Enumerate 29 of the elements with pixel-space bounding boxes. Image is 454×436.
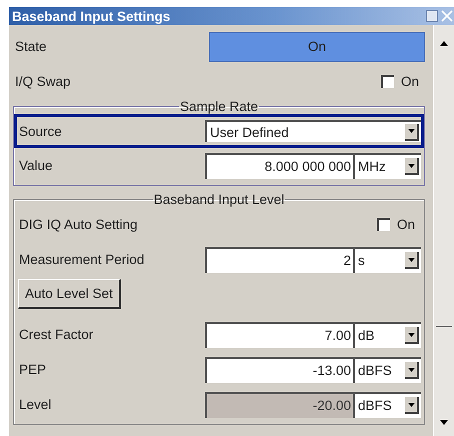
- number-field[interactable]: 8.000 000 000: [205, 152, 353, 178]
- field-label: Level: [18, 397, 52, 412]
- auto-level-set-button[interactable]: Auto Level Set: [18, 279, 121, 309]
- state-toggle[interactable]: On: [209, 32, 425, 62]
- field-label: I/Q Swap: [14, 74, 71, 89]
- checkbox-label: On: [400, 74, 419, 89]
- group-title: Baseband Input Level: [152, 192, 286, 207]
- checkbox[interactable]: [380, 75, 394, 88]
- field-label: Crest Factor: [18, 327, 94, 342]
- unit-dropdown[interactable]: dBFS: [353, 356, 421, 382]
- window-title: Baseband Input Settings: [12, 8, 170, 24]
- source-dropdown[interactable]: User Defined: [205, 120, 421, 142]
- field-label: State: [14, 39, 47, 54]
- field-label: Source: [18, 124, 62, 138]
- minimize-button[interactable]: [426, 10, 438, 22]
- field-label: Value: [18, 158, 53, 173]
- number-field[interactable]: -13.00: [205, 356, 353, 382]
- field-label: DIG IQ Auto Setting: [18, 217, 138, 232]
- unit-dropdown[interactable]: s: [353, 246, 421, 272]
- number-field[interactable]: 7.00: [205, 322, 353, 348]
- checkbox[interactable]: [376, 218, 390, 231]
- checkbox-label: On: [396, 217, 415, 232]
- group-title: Sample Rate: [178, 99, 260, 114]
- unit-dropdown[interactable]: MHz: [353, 152, 421, 178]
- scrollbar[interactable]: [433, 25, 454, 436]
- field-label: Measurement Period: [18, 252, 144, 267]
- number-field[interactable]: 2: [205, 246, 353, 272]
- field-label: PEP: [18, 362, 46, 377]
- unit-dropdown[interactable]: dB: [353, 322, 421, 348]
